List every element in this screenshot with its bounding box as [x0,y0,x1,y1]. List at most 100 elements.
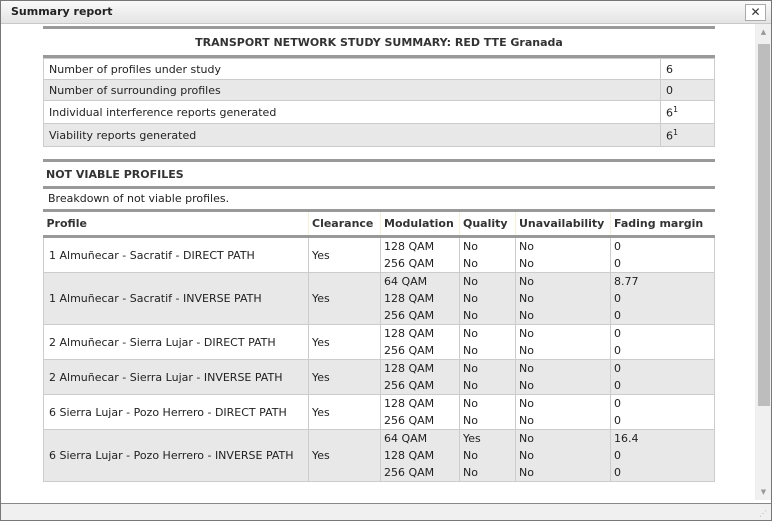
modulation-value-cell: 128 QAM 256 QAM [380,359,460,395]
modulation-value: 128 QAM [384,397,435,410]
quality-value: No [463,327,478,340]
quality-value: No [463,275,478,288]
unavailability-value: No [519,397,534,410]
quality-value: No [463,414,478,427]
quality-value-cell: No No [459,236,516,273]
footnote-marker: 1 [673,104,679,114]
profile-name: 2 Almuñecar - Sierra Lujar - INVERSE PAT… [43,359,309,395]
quality-value: No [463,344,478,357]
unavailability-value-cell: No No [515,324,611,360]
summary-table: Number of profiles under study 6 Number of… [43,58,715,147]
modulation-value: 256 QAM [384,257,435,270]
quality-value: No [463,397,478,410]
fading-margin-value: 0 [614,292,621,305]
dialog-titlebar[interactable]: Summary report ✕ [1,1,771,24]
unavailability-value: No [519,362,534,375]
unavailability-value: No [519,344,534,357]
fading-margin-value-cell: 00 [610,394,715,430]
unavailability-value: No [519,257,534,270]
profile-row: 1 Almuñecar - Sacratif - INVERSE PATH Yes… [43,272,715,325]
close-button[interactable]: ✕ [745,4,766,21]
fading-margin-value: 16.4 [614,432,639,445]
modulation-value: 128 QAM [384,327,435,340]
column-header-modulation: Modulation [380,212,460,238]
unavailability-value: No [519,327,534,340]
fading-margin-value: 0 [614,344,621,357]
column-header-profile: Profile [43,212,309,238]
fading-margin-value: 0 [614,414,621,427]
quality-value: No [463,466,478,479]
modulation-value: 128 QAM [384,449,435,462]
column-header-fading-margin: Fading margin [610,212,715,238]
profile-row: 2 Almuñecar - Sierra Lujar - DIRECT PATH… [43,324,715,360]
summary-value: 6 [660,58,715,80]
quality-value: No [463,449,478,462]
modulation-value: 256 QAM [384,309,435,322]
modulation-value-cell: 64 QAM 128 QAM 256 QAM [380,272,460,325]
column-header-clearance: Clearance [308,212,381,238]
profile-name: 2 Almuñecar - Sierra Lujar - DIRECT PATH [43,324,309,360]
report: TRANSPORT NETWORK STUDY SUMMARY: RED TTE… [43,26,715,482]
summary-row: Individual interference reports generate… [43,100,715,124]
summary-value-text: 0 [666,83,673,97]
quality-value: No [463,292,478,305]
summary-value-text: 6 [666,129,673,143]
quality-value-cell: No No [459,324,516,360]
quality-value: No [463,362,478,375]
quality-value: No [463,379,478,392]
modulation-value-cell: 128 QAM 256 QAM [380,236,460,273]
scrollbar-thumb[interactable] [758,44,770,406]
quality-value: No [463,309,478,322]
profile-name: 6 Sierra Lujar - Pozo Herrero - INVERSE … [43,429,309,482]
vertical-scrollbar[interactable]: ▲ ▼ [755,24,771,500]
quality-value: No [463,240,478,253]
fading-margin-value: 8.77 [614,275,639,288]
unavailability-value: No [519,432,534,445]
summary-value: 0 [660,79,715,101]
summary-row: Number of profiles under study 6 [43,58,715,80]
clearance-value: Yes [308,236,381,273]
modulation-value: 256 QAM [384,344,435,357]
unavailability-value: No [519,414,534,427]
unavailability-value: No [519,449,534,462]
modulation-value: 64 QAM [384,275,428,288]
fading-margin-value: 0 [614,240,621,253]
modulation-value: 256 QAM [384,414,435,427]
dialog-title: Summary report [11,5,113,18]
modulation-value-cell: 64 QAM 128 QAM 256 QAM [380,429,460,482]
summary-label: Viability reports generated [43,123,661,147]
modulation-value: 256 QAM [384,466,435,479]
unavailability-value-cell: No No [515,394,611,430]
fading-margin-value-cell: 00 [610,236,715,273]
modulation-value: 64 QAM [384,432,428,445]
clearance-value: Yes [308,272,381,325]
fading-margin-value: 0 [614,449,621,462]
summary-value-text: 6 [666,106,673,120]
clearance-value: Yes [308,359,381,395]
quality-value-cell: No No [459,359,516,395]
dialog-footer: ⋰ [1,503,771,520]
summary-value-text: 6 [666,62,673,76]
summary-row: Viability reports generated 61 [43,123,715,147]
quality-value-cell: No No [459,394,516,430]
column-header-unavailability: Unavailability [515,212,611,238]
fading-margin-value: 0 [614,397,621,410]
scroll-up-arrow-icon[interactable]: ▲ [756,24,771,40]
unavailability-value: No [519,240,534,253]
resize-grip-icon[interactable]: ⋰ [759,509,769,519]
section-description: Breakdown of not viable profiles. [43,189,715,212]
profile-row: 2 Almuñecar - Sierra Lujar - INVERSE PAT… [43,359,715,395]
column-header-quality: Quality [459,212,516,238]
quality-value: Yes [463,432,481,445]
fading-margin-value: 0 [614,362,621,375]
scroll-down-arrow-icon[interactable]: ▼ [756,484,771,500]
fading-margin-value-cell: 16.4 0 0 [610,429,715,482]
fading-margin-value: 0 [614,309,621,322]
unavailability-value-cell: No No No [515,272,611,325]
fading-margin-value-cell: 00 [610,324,715,360]
fading-margin-value: 0 [614,379,621,392]
report-content: TRANSPORT NETWORK STUDY SUMMARY: RED TTE… [1,24,755,500]
summary-report-dialog: Summary report ✕ TRANSPORT NETWORK STUDY… [0,0,772,521]
modulation-value-cell: 128 QAM 256 QAM [380,394,460,430]
fading-margin-value: 0 [614,327,621,340]
